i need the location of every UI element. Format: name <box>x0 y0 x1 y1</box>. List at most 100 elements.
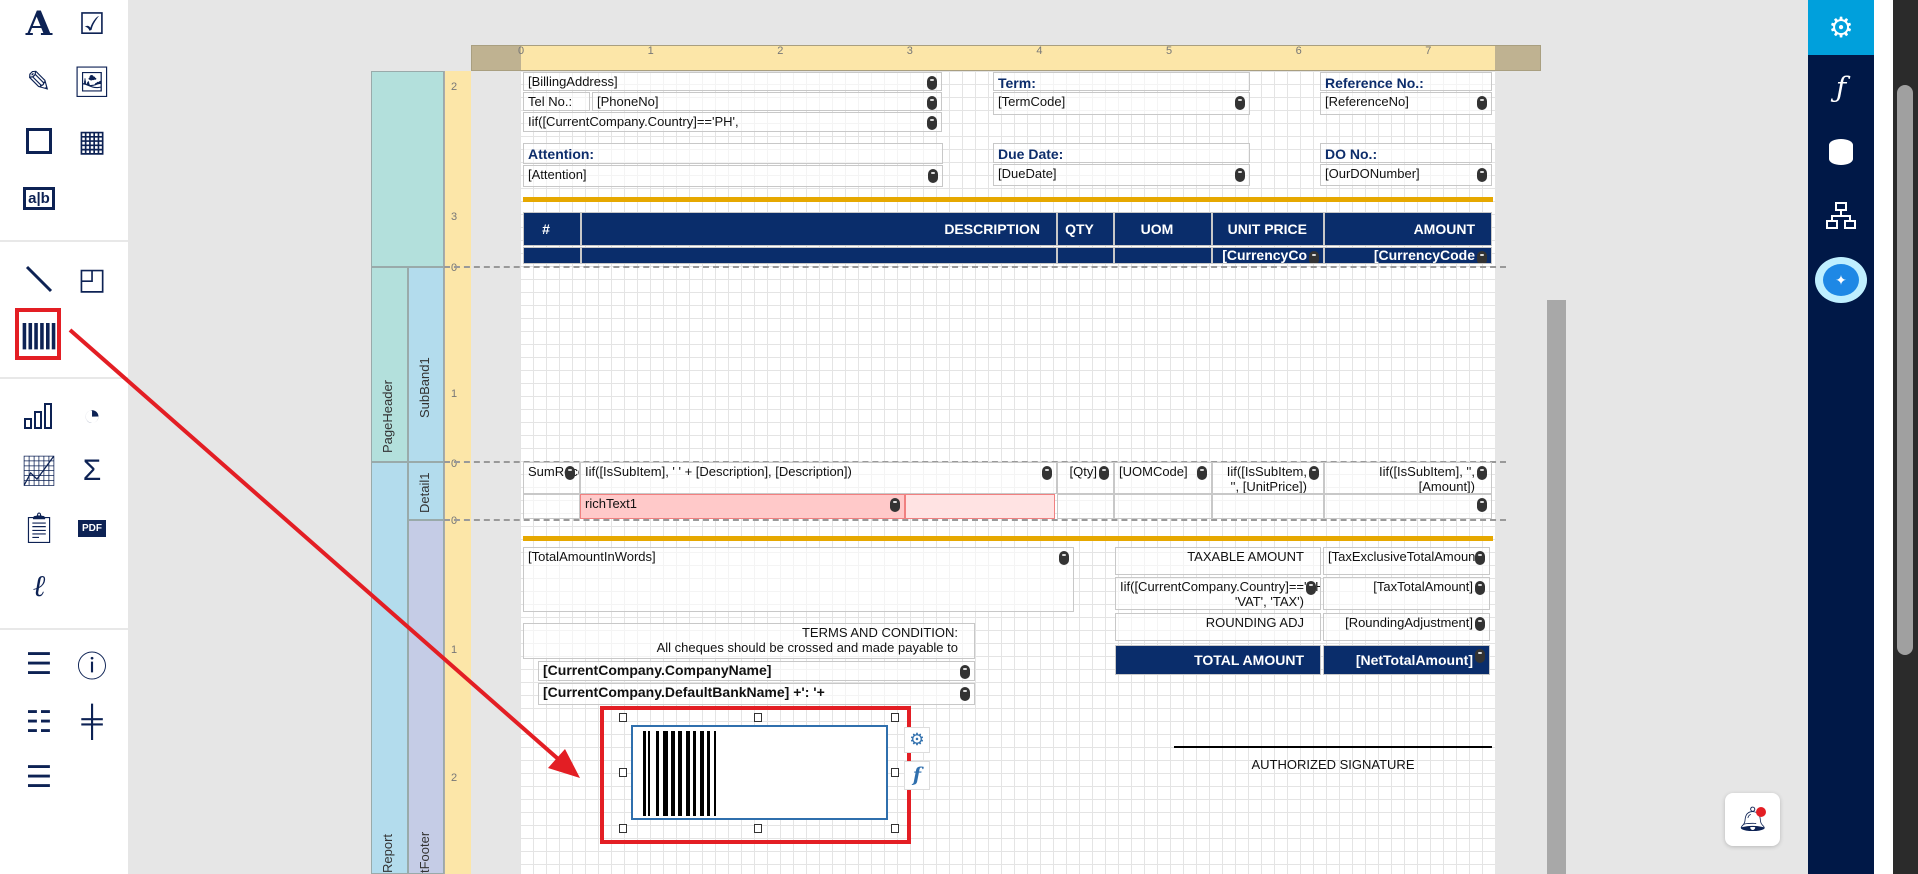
unit-price-field[interactable]: Iif([IsSubItem, '', [UnitPrice]) <box>1212 462 1324 494</box>
resize-handle[interactable] <box>891 824 899 833</box>
image-icon[interactable]: 🖼︎ <box>70 60 114 104</box>
column-header-unit-price[interactable]: UNIT PRICE <box>1212 212 1324 246</box>
table-icon[interactable]: ▦ <box>70 119 114 163</box>
tax-label-expression[interactable]: Iif([CurrentCompany.Country]=='PH', 'VAT… <box>1115 577 1321 610</box>
qty-field[interactable]: [Qty] <box>1057 462 1114 494</box>
rich-text-extension[interactable] <box>905 494 1055 519</box>
database-icon[interactable] <box>1808 124 1874 179</box>
phone-field[interactable]: [PhoneNo] <box>592 92 942 111</box>
signature-icon[interactable]: ℓ <box>17 564 61 608</box>
clipboard-icon[interactable]: 📋︎ <box>17 506 61 550</box>
rich-text-field[interactable]: richText1 <box>580 494 905 519</box>
tax-total-value[interactable]: [TaxTotalAmount] <box>1323 577 1490 610</box>
line-icon[interactable] <box>17 257 61 301</box>
list-icon[interactable]: ☰ <box>17 642 61 686</box>
scrollbar-thumb[interactable] <box>1897 85 1913 655</box>
gear-icon[interactable]: ⚙ <box>1808 0 1874 55</box>
amount-field[interactable]: Iif([IsSubItem], '', [Amount]) <box>1324 462 1492 494</box>
resize-handle[interactable] <box>619 768 627 777</box>
reference-label[interactable]: Reference No.: <box>1320 72 1492 91</box>
column-header-amount[interactable]: AMOUNT <box>1324 212 1492 246</box>
field-text: Iif([CurrentCompany.Country]=='PH', <box>528 114 739 129</box>
due-date-field[interactable]: [DueDate] <box>993 164 1250 186</box>
currency-code-field[interactable]: [CurrencyCo <box>1212 247 1324 264</box>
billing-address-field[interactable]: [BillingAddress] <box>523 72 942 91</box>
country-expression-field[interactable]: Iif([CurrentCompany.Country]=='PH', <box>523 112 942 132</box>
bank-name-field[interactable]: [CurrentCompany.DefaultBankName] +': '+ <box>538 683 975 705</box>
total-amount-value[interactable]: [NetTotalAmount] <box>1323 645 1490 675</box>
shapes-icon[interactable]: ◰ <box>70 257 114 301</box>
attention-label[interactable]: Attention: <box>523 143 943 164</box>
due-date-label[interactable]: Due Date: <box>993 143 1250 163</box>
rectangle-icon[interactable] <box>17 119 61 163</box>
gauge-icon[interactable]: ◔ <box>70 394 114 438</box>
taxable-amount-value[interactable]: [TaxExclusiveTotalAmount] <box>1323 547 1490 575</box>
header-cell[interactable] <box>1114 247 1212 264</box>
text-icon[interactable]: A <box>17 2 61 46</box>
resize-handle[interactable] <box>891 713 899 722</box>
barcode-element[interactable] <box>631 725 888 820</box>
resize-handle[interactable] <box>619 824 627 833</box>
attention-field[interactable]: [Attention] <box>523 165 943 187</box>
header-cell[interactable] <box>581 247 1057 264</box>
page-info-icon[interactable]: ⓘ <box>70 642 114 686</box>
pdf-icon[interactable]: PDF <box>70 506 114 550</box>
line-chart-icon[interactable]: 📈︎ <box>17 449 61 493</box>
edit-icon[interactable]: ✎ <box>17 60 61 104</box>
resize-handle[interactable] <box>754 713 762 722</box>
band-icon[interactable]: ☷ <box>17 700 61 744</box>
split-band-icon[interactable]: ╪ <box>70 700 114 744</box>
uom-field[interactable]: [UOMCode] <box>1114 462 1212 494</box>
header-cell[interactable] <box>523 247 581 264</box>
currency-code-field[interactable]: [CurrencyCode <box>1324 247 1492 264</box>
do-no-label[interactable]: DO No.: <box>1320 143 1492 163</box>
function-icon[interactable]: ƒ <box>1808 60 1874 115</box>
barcode-bar <box>693 731 696 816</box>
company-name-field[interactable]: [CurrentCompany.CompanyName] <box>538 661 975 681</box>
header-cell[interactable] <box>1057 247 1114 264</box>
detail-cell[interactable] <box>1212 494 1324 519</box>
band-detail1[interactable]: Detail1 <box>408 462 444 520</box>
column-header-uom[interactable]: UOM <box>1114 212 1212 246</box>
column-header-qty[interactable]: QTY <box>1057 212 1114 246</box>
detail-cell[interactable] <box>1057 494 1114 519</box>
band-report-footer[interactable]: tFooter <box>408 520 444 874</box>
column-header-description[interactable]: DESCRIPTION <box>581 212 1057 246</box>
term-code-field[interactable]: [TermCode] <box>993 92 1250 115</box>
checkbox-icon[interactable]: ☑ <box>70 2 114 46</box>
record-number-field[interactable]: SumRecordNu <box>523 462 580 494</box>
band-page-header-outer[interactable]: PageHeader <box>371 267 408 462</box>
reference-no-field[interactable]: [ReferenceNo] <box>1320 92 1492 115</box>
total-amount-label[interactable]: TOTAL AMOUNT <box>1115 645 1321 675</box>
notification-button[interactable]: 🔔︎ <box>1725 793 1780 846</box>
term-label[interactable]: Term: <box>993 72 1250 91</box>
description-field[interactable]: Iif([IsSubItem], ' ' + [Description], [D… <box>580 462 1057 494</box>
tel-label[interactable]: Tel No.: <box>523 92 590 111</box>
band-report[interactable]: Report <box>371 462 408 874</box>
resize-handle[interactable] <box>891 768 899 777</box>
ai-chat-icon[interactable]: ✦ <box>1808 252 1874 307</box>
canvas-scrollbar[interactable] <box>1547 300 1566 874</box>
band-page-header[interactable] <box>371 71 444 267</box>
do-no-field[interactable]: [OurDONumber] <box>1320 164 1492 186</box>
ab-field-icon[interactable]: a|b <box>17 176 61 220</box>
detail-cell[interactable] <box>1114 494 1212 519</box>
taxable-amount-label[interactable]: TAXABLE AMOUNT <box>1115 547 1321 575</box>
rounding-adj-label[interactable]: ROUNDING ADJ <box>1115 613 1321 641</box>
detail-cell[interactable] <box>1324 494 1492 519</box>
sigma-icon[interactable]: Σ <box>70 449 114 493</box>
band-resize-icon[interactable]: ☰ <box>17 755 61 799</box>
hierarchy-icon[interactable] <box>1808 188 1874 243</box>
barcode-function-icon[interactable]: f <box>904 761 930 790</box>
column-header-number[interactable]: # <box>523 212 581 246</box>
barcode-gear-icon[interactable]: ⚙ <box>904 727 930 753</box>
bar-chart-icon[interactable] <box>17 394 61 438</box>
detail-cell[interactable] <box>523 494 580 519</box>
barcode-icon[interactable]: |||||| <box>15 308 61 360</box>
resize-handle[interactable] <box>619 713 627 722</box>
resize-handle[interactable] <box>754 824 762 833</box>
rounding-adj-value[interactable]: [RoundingAdjustment] <box>1323 613 1490 641</box>
band-subband1[interactable]: SubBand1 <box>408 267 444 462</box>
amount-in-words-field[interactable]: [TotalAmountInWords] <box>523 547 1074 612</box>
terms-field[interactable]: TERMS AND CONDITION: All cheques should b… <box>523 623 975 659</box>
